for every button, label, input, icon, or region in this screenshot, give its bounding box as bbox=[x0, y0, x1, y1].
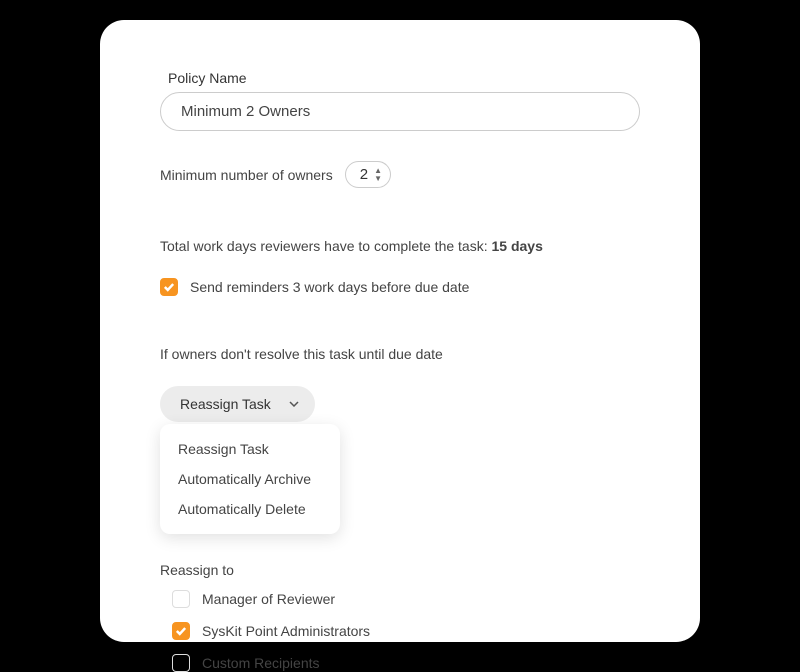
min-owners-label: Minimum number of owners bbox=[160, 167, 333, 183]
action-dropdown-menu: Reassign Task Automatically Archive Auto… bbox=[160, 424, 340, 534]
reassign-to-label: Reassign to bbox=[160, 562, 640, 578]
conditional-text: If owners don't resolve this task until … bbox=[160, 346, 640, 362]
chevron-down-icon bbox=[289, 401, 299, 407]
policy-settings-panel: Policy Name Minimum number of owners 2 ▲… bbox=[100, 20, 700, 642]
reassign-checkbox-manager[interactable] bbox=[172, 590, 190, 608]
stepper-down-icon[interactable]: ▼ bbox=[374, 175, 382, 183]
reassign-label-admins: SysKit Point Administrators bbox=[202, 623, 370, 639]
reassign-checkbox-admins[interactable] bbox=[172, 622, 190, 640]
min-owners-value: 2 bbox=[360, 166, 368, 183]
reminder-checkbox[interactable] bbox=[160, 278, 178, 296]
reassign-checkbox-custom[interactable] bbox=[172, 654, 190, 672]
policy-name-input[interactable] bbox=[160, 92, 640, 131]
dropdown-item-reassign[interactable]: Reassign Task bbox=[160, 434, 340, 464]
dropdown-item-archive[interactable]: Automatically Archive bbox=[160, 464, 340, 494]
task-days-prefix: Total work days reviewers have to comple… bbox=[160, 238, 491, 254]
reminder-label: Send reminders 3 work days before due da… bbox=[190, 279, 469, 295]
task-days-value: 15 days bbox=[491, 238, 542, 254]
min-owners-stepper[interactable]: 2 ▲ ▼ bbox=[345, 161, 391, 188]
task-days-text: Total work days reviewers have to comple… bbox=[160, 238, 640, 254]
reassign-label-custom: Custom Recipients bbox=[202, 655, 320, 671]
action-dropdown-value: Reassign Task bbox=[180, 396, 271, 412]
dropdown-item-delete[interactable]: Automatically Delete bbox=[160, 494, 340, 524]
reassign-label-manager: Manager of Reviewer bbox=[202, 591, 335, 607]
action-dropdown[interactable]: Reassign Task bbox=[160, 386, 315, 422]
policy-name-label: Policy Name bbox=[168, 70, 640, 86]
